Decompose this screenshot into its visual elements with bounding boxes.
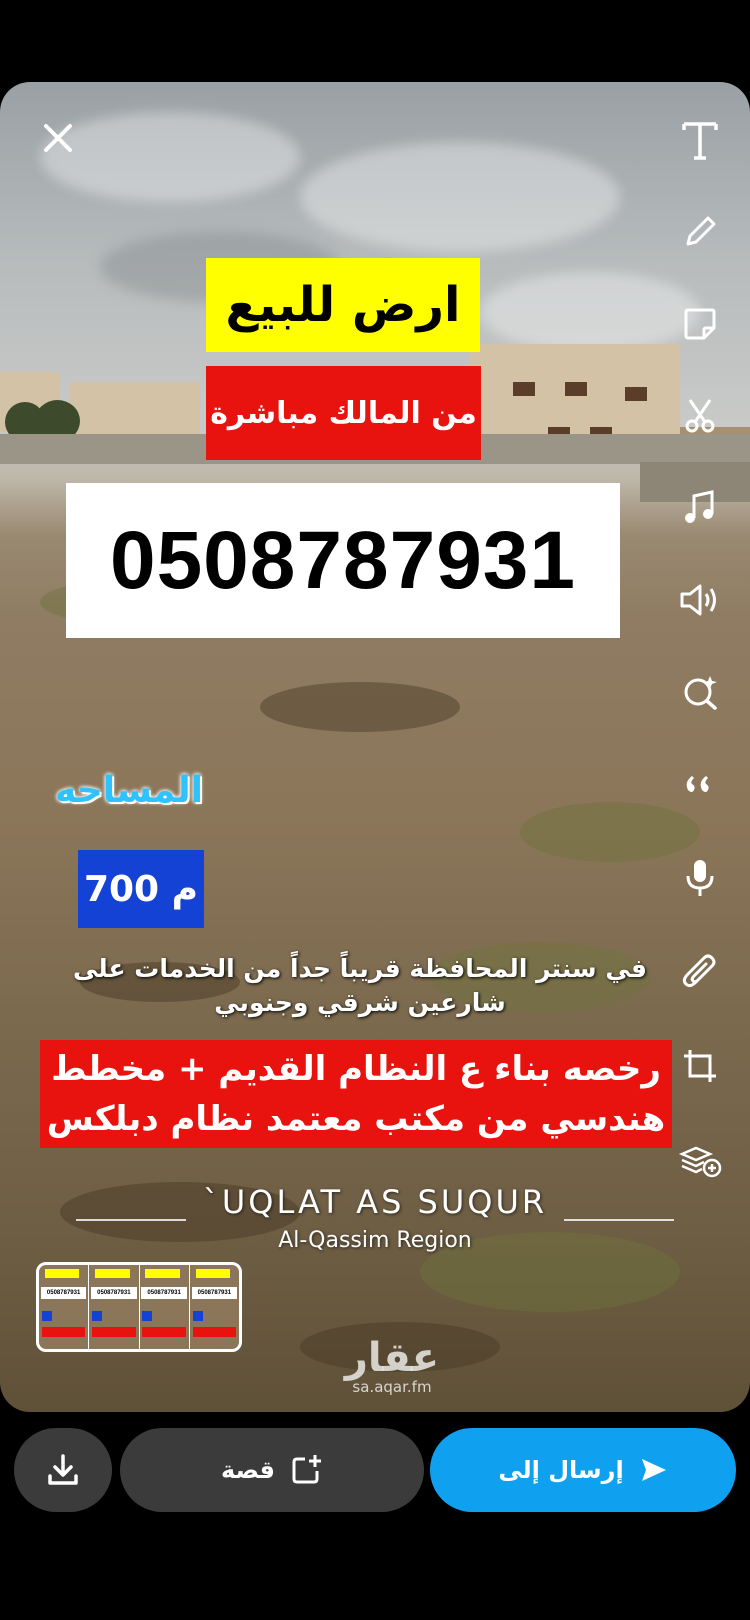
shrub xyxy=(260,682,460,732)
paperclip-icon xyxy=(682,954,716,988)
window xyxy=(513,382,535,396)
window xyxy=(625,387,647,401)
banner-line-2: هندسي من مكتب معتمد نظام دبلكس xyxy=(46,1099,666,1139)
quote-icon xyxy=(686,776,709,792)
description-line-2: شارعين شرقي وجنوبي xyxy=(214,988,506,1017)
download-button[interactable] xyxy=(14,1428,112,1512)
sticker-tool-button[interactable] xyxy=(678,302,722,346)
area-value: 700 م xyxy=(78,850,204,928)
thumbnail-preview[interactable]: 0508787931 0508787931 0508787931 0508787… xyxy=(36,1262,242,1352)
ad-description: في سنتر المحافظة قريباً جداً من الخدمات … xyxy=(40,952,680,1020)
scissors-icon xyxy=(685,399,715,433)
lens-search-icon xyxy=(684,676,717,710)
volume-icon xyxy=(680,584,716,616)
location-region: Al-Qassim Region xyxy=(278,1228,472,1253)
building xyxy=(70,382,200,442)
shrub xyxy=(520,802,700,862)
thumbnail-cell: 0508787931 xyxy=(89,1265,140,1349)
download-icon xyxy=(48,1454,78,1485)
watermark-url: sa.aqar.fm xyxy=(352,1378,432,1396)
text-icon xyxy=(682,122,718,160)
pencil-icon xyxy=(686,216,716,246)
scissors-tool-button[interactable] xyxy=(678,394,722,438)
send-to-button[interactable]: إرسال إلى xyxy=(430,1428,736,1512)
draw-tool-button[interactable] xyxy=(678,210,722,254)
close-button[interactable] xyxy=(38,118,78,158)
thumbnail-cell: 0508787931 xyxy=(39,1265,90,1349)
send-label: إرسال إلى xyxy=(498,1456,624,1484)
cloud xyxy=(40,112,300,202)
music-tool-button[interactable] xyxy=(678,486,722,530)
cloud xyxy=(480,272,700,352)
close-icon xyxy=(44,124,72,152)
quote-button[interactable] xyxy=(678,762,722,806)
voice-button[interactable] xyxy=(678,856,722,900)
license-banner: رخصه بناء ع النظام القديم + مخطط هندسي م… xyxy=(40,1040,672,1148)
cloud xyxy=(300,142,620,252)
text-tool-button[interactable] xyxy=(678,118,722,162)
description-line-1: في سنتر المحافظة قريباً جداً من الخدمات … xyxy=(72,954,648,983)
sticker-icon xyxy=(684,308,716,340)
thumbnail-cell: 0508787931 xyxy=(140,1265,190,1349)
send-arrow-icon xyxy=(641,1459,666,1481)
banner-line-1: رخصه بناء ع النظام القديم + مخطط xyxy=(51,1049,661,1089)
story-button[interactable]: قصة xyxy=(120,1428,424,1512)
phone-number: 0508787931 xyxy=(66,483,620,638)
window xyxy=(565,382,587,396)
aqar-watermark: عقار sa.aqar.fm xyxy=(322,1338,462,1396)
thumbnail-cell: 0508787931 xyxy=(190,1265,239,1349)
location-title[interactable]: `UQLAT AS SUQUR xyxy=(0,1183,750,1221)
music-icon xyxy=(685,490,714,523)
story-label: قصة xyxy=(221,1456,275,1484)
add-story-icon xyxy=(292,1455,321,1484)
crop-button[interactable] xyxy=(678,1044,722,1088)
stack-add-icon xyxy=(678,1146,722,1178)
microphone-icon xyxy=(686,860,714,896)
watermark-logo: عقار xyxy=(344,1335,440,1381)
ad-subtitle: من المالك مباشرة xyxy=(206,366,481,460)
crop-icon xyxy=(684,1050,716,1082)
area-label: المساحه xyxy=(55,769,203,811)
attach-button[interactable] xyxy=(678,950,722,994)
lens-search-button[interactable] xyxy=(678,670,722,714)
more-tools-button[interactable] xyxy=(678,1138,722,1182)
volume-button[interactable] xyxy=(678,578,722,622)
ad-title: ارض للبيع xyxy=(206,258,480,352)
